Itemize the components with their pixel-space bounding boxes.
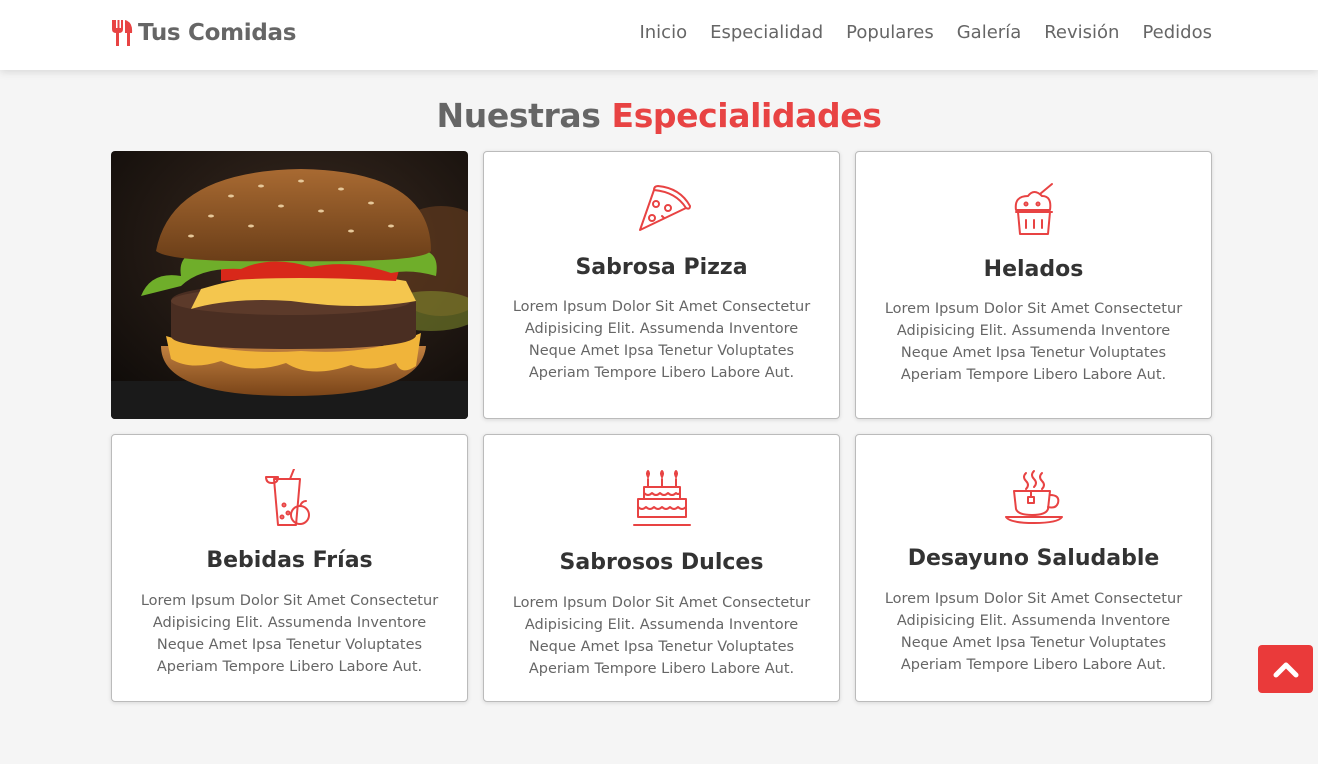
scroll-top-button[interactable] [1258, 645, 1313, 693]
card-description: Lorem Ipsum Dolor Sit Amet Consectetur A… [512, 299, 811, 381]
main-nav: Inicio Especialidad Populares Galería Re… [639, 20, 1212, 46]
nav-especialidad[interactable]: Especialidad [710, 20, 823, 46]
nav-galeria[interactable]: Galería [957, 20, 1022, 46]
card-description: Lorem Ipsum Dolor Sit Amet Consectetur A… [512, 595, 811, 677]
cake-icon [633, 470, 691, 526]
card-title: Helados [983, 257, 1084, 282]
logo-text: Tus Comidas [138, 20, 297, 46]
card-title: Sabrosos Dulces [559, 550, 764, 575]
logo-link[interactable]: Tus Comidas [110, 17, 296, 49]
specialty-card-bebidas: Bebidas Frías Lorem Ipsum Dolor Sit Amet… [111, 434, 468, 702]
ice-cream-icon [1014, 183, 1053, 235]
card-title: Sabrosa Pizza [575, 255, 748, 280]
chevron-up-icon [1273, 662, 1298, 678]
specialty-card-helados: Helados Lorem Ipsum Dolor Sit Amet Conse… [855, 151, 1212, 419]
cold-drink-icon [265, 469, 310, 526]
nav-revision[interactable]: Revisión [1044, 20, 1119, 46]
specialty-card-pizza: Sabrosa Pizza Lorem Ipsum Dolor Sit Amet… [483, 151, 840, 419]
pizza-icon [639, 185, 691, 231]
nav-pedidos[interactable]: Pedidos [1142, 20, 1212, 46]
card-description: Lorem Ipsum Dolor Sit Amet Consectetur A… [884, 591, 1183, 673]
coffee-cup-icon [1005, 470, 1063, 524]
specialty-card-desayuno: Desayuno Saludable Lorem Ipsum Dolor Sit… [855, 434, 1212, 702]
card-description: Lorem Ipsum Dolor Sit Amet Consectetur A… [884, 301, 1183, 383]
card-title: Bebidas Frías [206, 548, 373, 573]
nav-populares[interactable]: Populares [846, 20, 934, 46]
title-part-2: Especialidades [611, 96, 882, 135]
nav-inicio[interactable]: Inicio [639, 20, 687, 46]
card-description: Lorem Ipsum Dolor Sit Amet Consectetur A… [140, 593, 439, 675]
card-title: Desayuno Saludable [907, 546, 1160, 571]
section-title: Nuestras Especialidades [0, 96, 1318, 135]
utensils-icon [112, 20, 133, 46]
specialty-card-dulces: Sabrosos Dulces Lorem Ipsum Dolor Sit Am… [483, 434, 840, 702]
burger-photo [111, 151, 468, 419]
title-part-1: Nuestras [436, 96, 601, 135]
site-header: Tus Comidas Inicio Especialidad Populare… [0, 0, 1318, 70]
